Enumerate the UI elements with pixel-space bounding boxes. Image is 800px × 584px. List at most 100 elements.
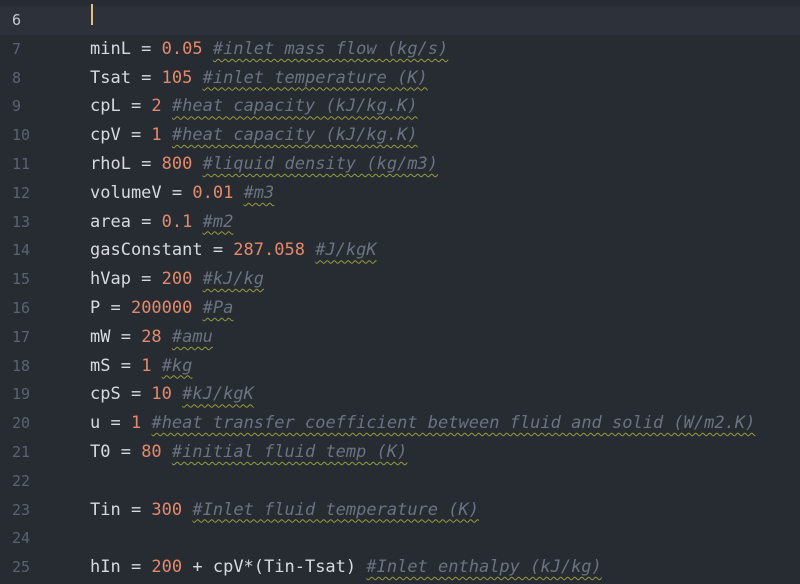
code-comment: #kJ/kg	[202, 269, 265, 290]
code-token: rhoL =	[90, 154, 162, 174]
number-literal: 10	[151, 384, 172, 405]
code-line[interactable]: 21 T0 = 80 #initial fluid temp (K)	[0, 438, 800, 467]
code-line[interactable]: 16 P = 200000 #Pa	[0, 294, 800, 323]
line-number: 11	[12, 155, 31, 173]
number-literal: 800	[161, 154, 193, 174]
line-number: 19	[12, 385, 31, 404]
code-line[interactable]: 8 Tsat = 105 #inlet temperature (K)	[0, 64, 800, 93]
code-text: cpL = 2 #heat capacity (kJ/kg.K)	[90, 92, 418, 121]
code-line[interactable]: 13 area = 0.1 #m2	[0, 208, 800, 237]
code-comment: #inlet temperature (K)	[202, 67, 428, 88]
line-number: 6	[12, 11, 22, 29]
code-line[interactable]: 17 mW = 28 #amu	[0, 323, 800, 352]
number-literal: 0.05	[161, 38, 203, 59]
code-text: volumeV = 0.01 #m3	[90, 179, 274, 208]
code-token: minL =	[90, 38, 162, 59]
line-number: 8	[12, 68, 22, 87]
code-line[interactable]: 9 cpL = 2 #heat capacity (kJ/kg.K)	[0, 92, 800, 121]
code-token: + cpV*(Tin-Tsat)	[182, 557, 367, 578]
code-token: P =	[90, 298, 131, 318]
line-number: 16	[12, 299, 31, 317]
code-text: P = 200000 #Pa	[90, 294, 233, 323]
line-number: 23	[12, 500, 31, 519]
code-token: volumeV =	[90, 182, 193, 203]
code-text: cpV = 1 #heat capacity (kJ/kg.K)	[90, 121, 418, 150]
code-token: area =	[90, 211, 162, 232]
code-comment: #heat capacity (kJ/kg.K)	[171, 96, 418, 117]
code-text: T0 = 80 #initial fluid temp (K)	[90, 438, 407, 467]
number-literal: 300	[151, 499, 183, 520]
code-token: Tsat =	[90, 67, 162, 88]
code-text: gasConstant = 287.058 #J/kgK	[90, 236, 377, 265]
code-text: Tin = 300 #Inlet fluid temperature (K)	[90, 496, 479, 525]
code-token: Tin =	[90, 499, 152, 520]
code-token: u =	[90, 413, 131, 434]
line-number: 22	[12, 471, 31, 490]
line-number: 12	[12, 183, 31, 202]
code-comment: #liquid density (kg/m3)	[202, 154, 439, 174]
code-text: rhoL = 800 #liquid density (kg/m3)	[90, 150, 438, 179]
line-number: 13	[12, 212, 31, 231]
number-literal: 287.058	[233, 240, 305, 261]
number-literal: 2	[151, 96, 162, 117]
code-line[interactable]: 15 hVap = 200 #kJ/kg	[0, 265, 800, 294]
line-number: 9	[12, 97, 22, 116]
code-token: cpV =	[90, 125, 152, 146]
line-number: 15	[12, 270, 31, 289]
code-comment: #m3	[243, 182, 275, 203]
number-literal: 200	[151, 557, 183, 578]
code-text: Tsat = 105 #inlet temperature (K)	[90, 64, 428, 93]
code-line[interactable]: 22	[0, 467, 800, 496]
code-comment: #m2	[202, 211, 234, 232]
code-comment: #Inlet fluid temperature (K)	[192, 499, 479, 520]
code-comment: #inlet mass flow (kg/s)	[212, 38, 449, 59]
code-text: minL = 0.05 #inlet mass flow (kg/s)	[90, 35, 448, 64]
code-token: T0 =	[90, 442, 142, 462]
line-number: 25	[12, 558, 31, 577]
code-text: area = 0.1 #m2	[90, 208, 233, 237]
code-line[interactable]: 23 Tin = 300 #Inlet fluid temperature (K)	[0, 496, 800, 525]
code-line[interactable]: 7 minL = 0.05 #inlet mass flow (kg/s)	[0, 35, 800, 64]
code-line[interactable]: 18 mS = 1 #kg	[0, 352, 800, 381]
code-line[interactable]: 25 hIn = 200 + cpV*(Tin-Tsat) #Inlet enth…	[0, 553, 800, 582]
code-editor[interactable]: 25 hIn = 200 + cpV*(Tin-Tsat) #Inlet enth…	[0, 0, 800, 584]
number-literal: 80	[141, 442, 162, 462]
number-literal: 200	[161, 269, 193, 290]
line-number: 18	[12, 356, 31, 375]
number-literal: 1	[130, 413, 142, 434]
code-line[interactable]: 14 gasConstant = 287.058 #J/kgK	[0, 236, 800, 265]
code-comment: #heat transfer coefficient between fluid…	[151, 413, 756, 434]
code-token: hIn =	[90, 557, 152, 578]
code-line[interactable]: 19 cpS = 10 #kJ/kgK	[0, 380, 800, 409]
code-line[interactable]: 6	[0, 6, 800, 35]
code-line[interactable]: 12 volumeV = 0.01 #m3	[0, 179, 800, 208]
code-token: cpL =	[90, 96, 152, 117]
code-comment: #kJ/kgK	[182, 384, 254, 405]
code-line[interactable]: 11 rhoL = 800 #liquid density (kg/m3)	[0, 150, 800, 179]
code-text: cpS = 10 #kJ/kgK	[90, 380, 254, 409]
code-comment: #amu	[171, 326, 213, 347]
code-token: mW =	[90, 326, 142, 347]
code-line[interactable]: 20 u = 1 #heat transfer coefficient betwe…	[0, 409, 800, 438]
line-number: 10	[12, 126, 31, 145]
code-token: mS =	[90, 355, 142, 376]
code-line[interactable]: 24	[0, 524, 800, 553]
line-number: 20	[12, 414, 31, 433]
code-line[interactable]: 10 cpV = 1 #heat capacity (kJ/kg.K)	[0, 121, 800, 150]
code-text: u = 1 #heat transfer coefficient between…	[90, 409, 755, 438]
code-comment: #Pa	[202, 298, 234, 318]
code-comment: #heat capacity (kJ/kg.K)	[171, 125, 418, 146]
text-cursor	[91, 4, 93, 25]
code-text: mS = 1 #kg	[90, 352, 192, 381]
